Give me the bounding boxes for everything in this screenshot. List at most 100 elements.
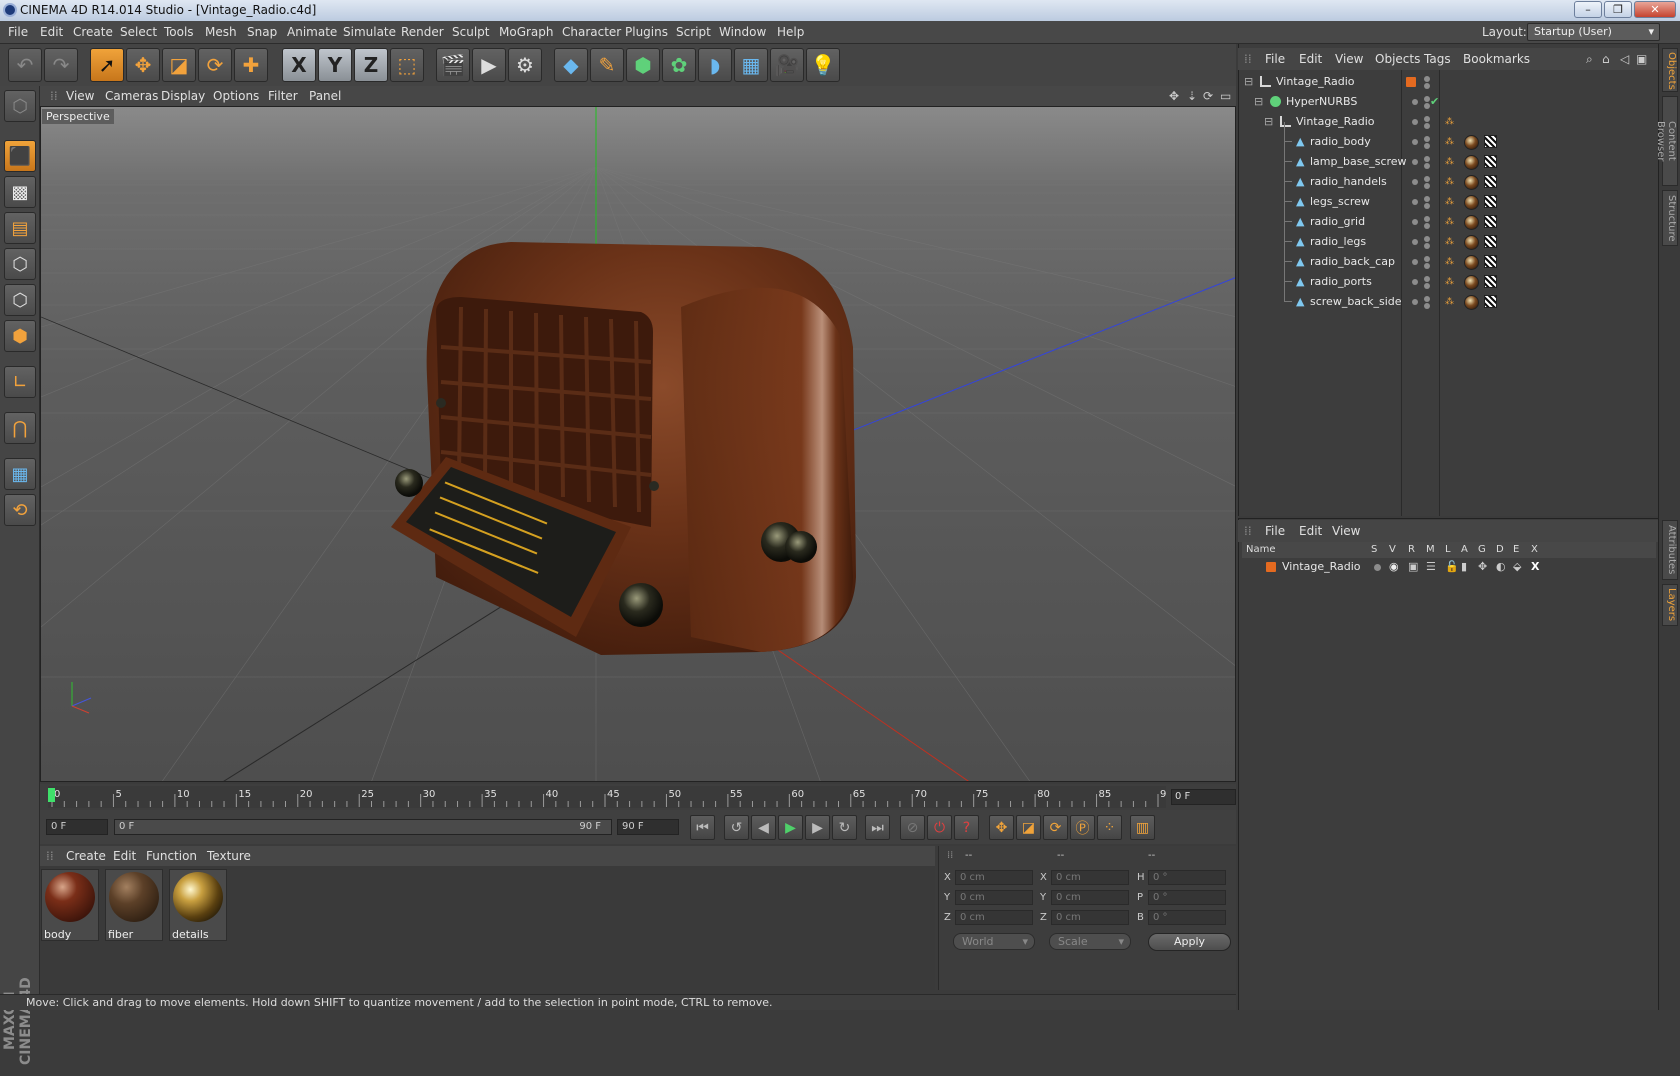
home-icon[interactable]: ⌂ xyxy=(1602,52,1610,66)
prev-key-icon[interactable]: ↺ xyxy=(724,815,749,840)
object-row-screw-back-side[interactable]: ▲ screw_back_side ⁂ xyxy=(1240,282,1656,312)
menu-window[interactable]: Window xyxy=(719,25,766,39)
redo-icon[interactable]: ↷ xyxy=(44,48,78,82)
tab-layers[interactable]: Layers xyxy=(1662,584,1678,626)
cube-icon[interactable]: ◆ xyxy=(554,48,588,82)
layer-col-expressions[interactable]: E xyxy=(1513,542,1519,558)
render-visibility-dot[interactable] xyxy=(1424,123,1430,129)
collapse-icon[interactable]: ⊟ xyxy=(1254,92,1263,112)
viewport-menu-options[interactable]: Options xyxy=(213,89,259,103)
rotation-p-field[interactable]: 0 ° xyxy=(1148,890,1226,905)
layer-col-manager[interactable]: M xyxy=(1426,542,1435,558)
layer-row-vintage-radio[interactable]: Vintage_Radio ◉ ▣ ☰ 🔓 ▮ ✥ ◐ ⬙ X xyxy=(1242,558,1656,576)
editor-visibility-dot[interactable] xyxy=(1424,76,1430,82)
render-visibility-dot[interactable] xyxy=(1424,163,1430,169)
frame-range-slider[interactable]: 0 F 90 F xyxy=(114,819,612,835)
material-tag-icon[interactable] xyxy=(1464,175,1479,190)
go-to-start-icon[interactable]: ⏮ xyxy=(690,815,715,840)
object-row-lamp-base-screw[interactable]: ▲ lamp_base_screw ⁂ xyxy=(1240,142,1656,172)
phong-tag-icon[interactable]: ⁂ xyxy=(1445,232,1454,252)
menu-edit[interactable]: Edit xyxy=(40,25,63,39)
menu-mesh[interactable]: Mesh xyxy=(205,25,237,39)
material-tag-icon[interactable] xyxy=(1464,235,1479,250)
y-axis-icon[interactable]: Y xyxy=(318,48,352,82)
editor-visibility-dot[interactable] xyxy=(1412,199,1418,205)
editor-visibility-dot[interactable] xyxy=(1412,139,1418,145)
key-position-icon[interactable]: ✥ xyxy=(989,815,1014,840)
workplane-mode-icon[interactable]: ▤ xyxy=(4,212,36,244)
material-menu-function[interactable]: Function xyxy=(146,849,197,863)
layout-select[interactable]: Startup (User) ▾ xyxy=(1527,23,1660,41)
object-menu-file[interactable]: File xyxy=(1265,52,1285,66)
editor-visibility-dot[interactable] xyxy=(1412,179,1418,185)
menu-snap[interactable]: Snap xyxy=(247,25,277,39)
object-row-hypernurbs[interactable]: ⊟ HyperNURBS ✔ xyxy=(1240,92,1656,112)
editor-visibility-dot[interactable] xyxy=(1424,216,1430,222)
render-visibility-dot[interactable] xyxy=(1424,203,1430,209)
solo-mode-icon[interactable]: ⟲ xyxy=(4,494,36,526)
object-row-radio-body[interactable]: ▲ radio_body ⁂ xyxy=(1240,122,1656,152)
rotate-icon[interactable]: ⟳ xyxy=(198,48,232,82)
collapse-icon[interactable]: ⊟ xyxy=(1244,72,1253,92)
viewport-menu-cameras[interactable]: Cameras xyxy=(105,89,158,103)
layer-expression-icon[interactable]: ⬙ xyxy=(1513,558,1521,576)
layer-col-animation[interactable]: A xyxy=(1461,542,1468,558)
material-tag-icon[interactable] xyxy=(1464,255,1479,270)
layer-deformer-icon[interactable]: ◐ xyxy=(1496,558,1506,576)
play-icon[interactable]: ▶ xyxy=(778,815,803,840)
end-frame-field[interactable]: 90 F xyxy=(617,819,679,835)
close-icon[interactable]: ✕ xyxy=(1634,1,1676,18)
timeline-window-icon[interactable]: ▥ xyxy=(1130,815,1155,840)
layer-visible-icon[interactable]: ◉ xyxy=(1389,558,1399,576)
editor-visibility-dot[interactable] xyxy=(1424,256,1430,262)
tab-objects[interactable]: Objects xyxy=(1662,48,1678,92)
coordinate-space-select[interactable]: World ▾ xyxy=(953,933,1035,950)
subdivision-surface-icon[interactable]: ⬢ xyxy=(626,48,660,82)
tab-structure[interactable]: Structure xyxy=(1662,190,1678,246)
render-visibility-dot[interactable] xyxy=(1424,303,1430,309)
timeline-ruler[interactable]: 051015202530354045505560657075808590 xyxy=(48,786,1166,808)
object-row-radio-legs[interactable]: ▲ radio_legs ⁂ xyxy=(1240,222,1656,252)
render-visibility-dot[interactable] xyxy=(1424,143,1430,149)
viewport-menu-view[interactable]: View xyxy=(66,89,94,103)
uvw-tag-icon[interactable] xyxy=(1484,255,1497,268)
render-view-icon[interactable]: 🎬 xyxy=(436,48,470,82)
z-axis-icon[interactable]: Z xyxy=(354,48,388,82)
tab-attributes[interactable]: Attributes xyxy=(1662,520,1678,580)
menu-tools[interactable]: Tools xyxy=(164,25,194,39)
autokey-icon[interactable]: ⏻ xyxy=(927,815,952,840)
layer-col-locked[interactable]: L xyxy=(1445,542,1451,558)
menu-mograph[interactable]: MoGraph xyxy=(499,25,554,39)
layer-menu-edit[interactable]: Edit xyxy=(1299,524,1322,538)
polygons-mode-icon[interactable]: ⬢ xyxy=(4,320,36,352)
step-back-icon[interactable]: ◀ xyxy=(751,815,776,840)
render-visibility-dot[interactable] xyxy=(1424,283,1430,289)
key-scale-icon[interactable]: ◪ xyxy=(1016,815,1041,840)
object-menu-bookmarks[interactable]: Bookmarks xyxy=(1463,52,1530,66)
object-row-legs-screw[interactable]: ▲ legs_screw ⁂ xyxy=(1240,182,1656,212)
menu-help[interactable]: Help xyxy=(777,25,804,39)
editor-visibility-dot[interactable] xyxy=(1412,279,1418,285)
menu-select[interactable]: Select xyxy=(120,25,157,39)
editor-visibility-dot[interactable] xyxy=(1424,116,1430,122)
editor-visibility-dot[interactable] xyxy=(1424,296,1430,302)
edges-mode-icon[interactable]: ⬡ xyxy=(4,284,36,316)
add-icon[interactable]: ✚ xyxy=(234,48,268,82)
render-visibility-dot[interactable] xyxy=(1424,183,1430,189)
key-pla-icon[interactable]: ⁘ xyxy=(1097,815,1122,840)
material-fiber[interactable]: fiber xyxy=(105,869,163,941)
size-z-field[interactable]: 0 cm xyxy=(1051,910,1129,925)
uvw-tag-icon[interactable] xyxy=(1484,175,1497,188)
render-visibility-dot[interactable] xyxy=(1424,263,1430,269)
menu-file[interactable]: File xyxy=(8,25,28,39)
material-menu-edit[interactable]: Edit xyxy=(113,849,136,863)
material-tag-icon[interactable] xyxy=(1464,155,1479,170)
object-row-vintage-radio-child[interactable]: ⊟ Vintage_Radio ⁂ xyxy=(1240,112,1656,132)
uvw-tag-icon[interactable] xyxy=(1484,275,1497,288)
object-menu-edit[interactable]: Edit xyxy=(1299,52,1322,66)
layer-solo-toggle[interactable] xyxy=(1374,564,1381,571)
editor-visibility-dot[interactable] xyxy=(1412,299,1418,305)
editor-visibility-dot[interactable] xyxy=(1424,176,1430,182)
rotation-b-field[interactable]: 0 ° xyxy=(1148,910,1226,925)
layer-col-visible[interactable]: V xyxy=(1389,542,1396,558)
